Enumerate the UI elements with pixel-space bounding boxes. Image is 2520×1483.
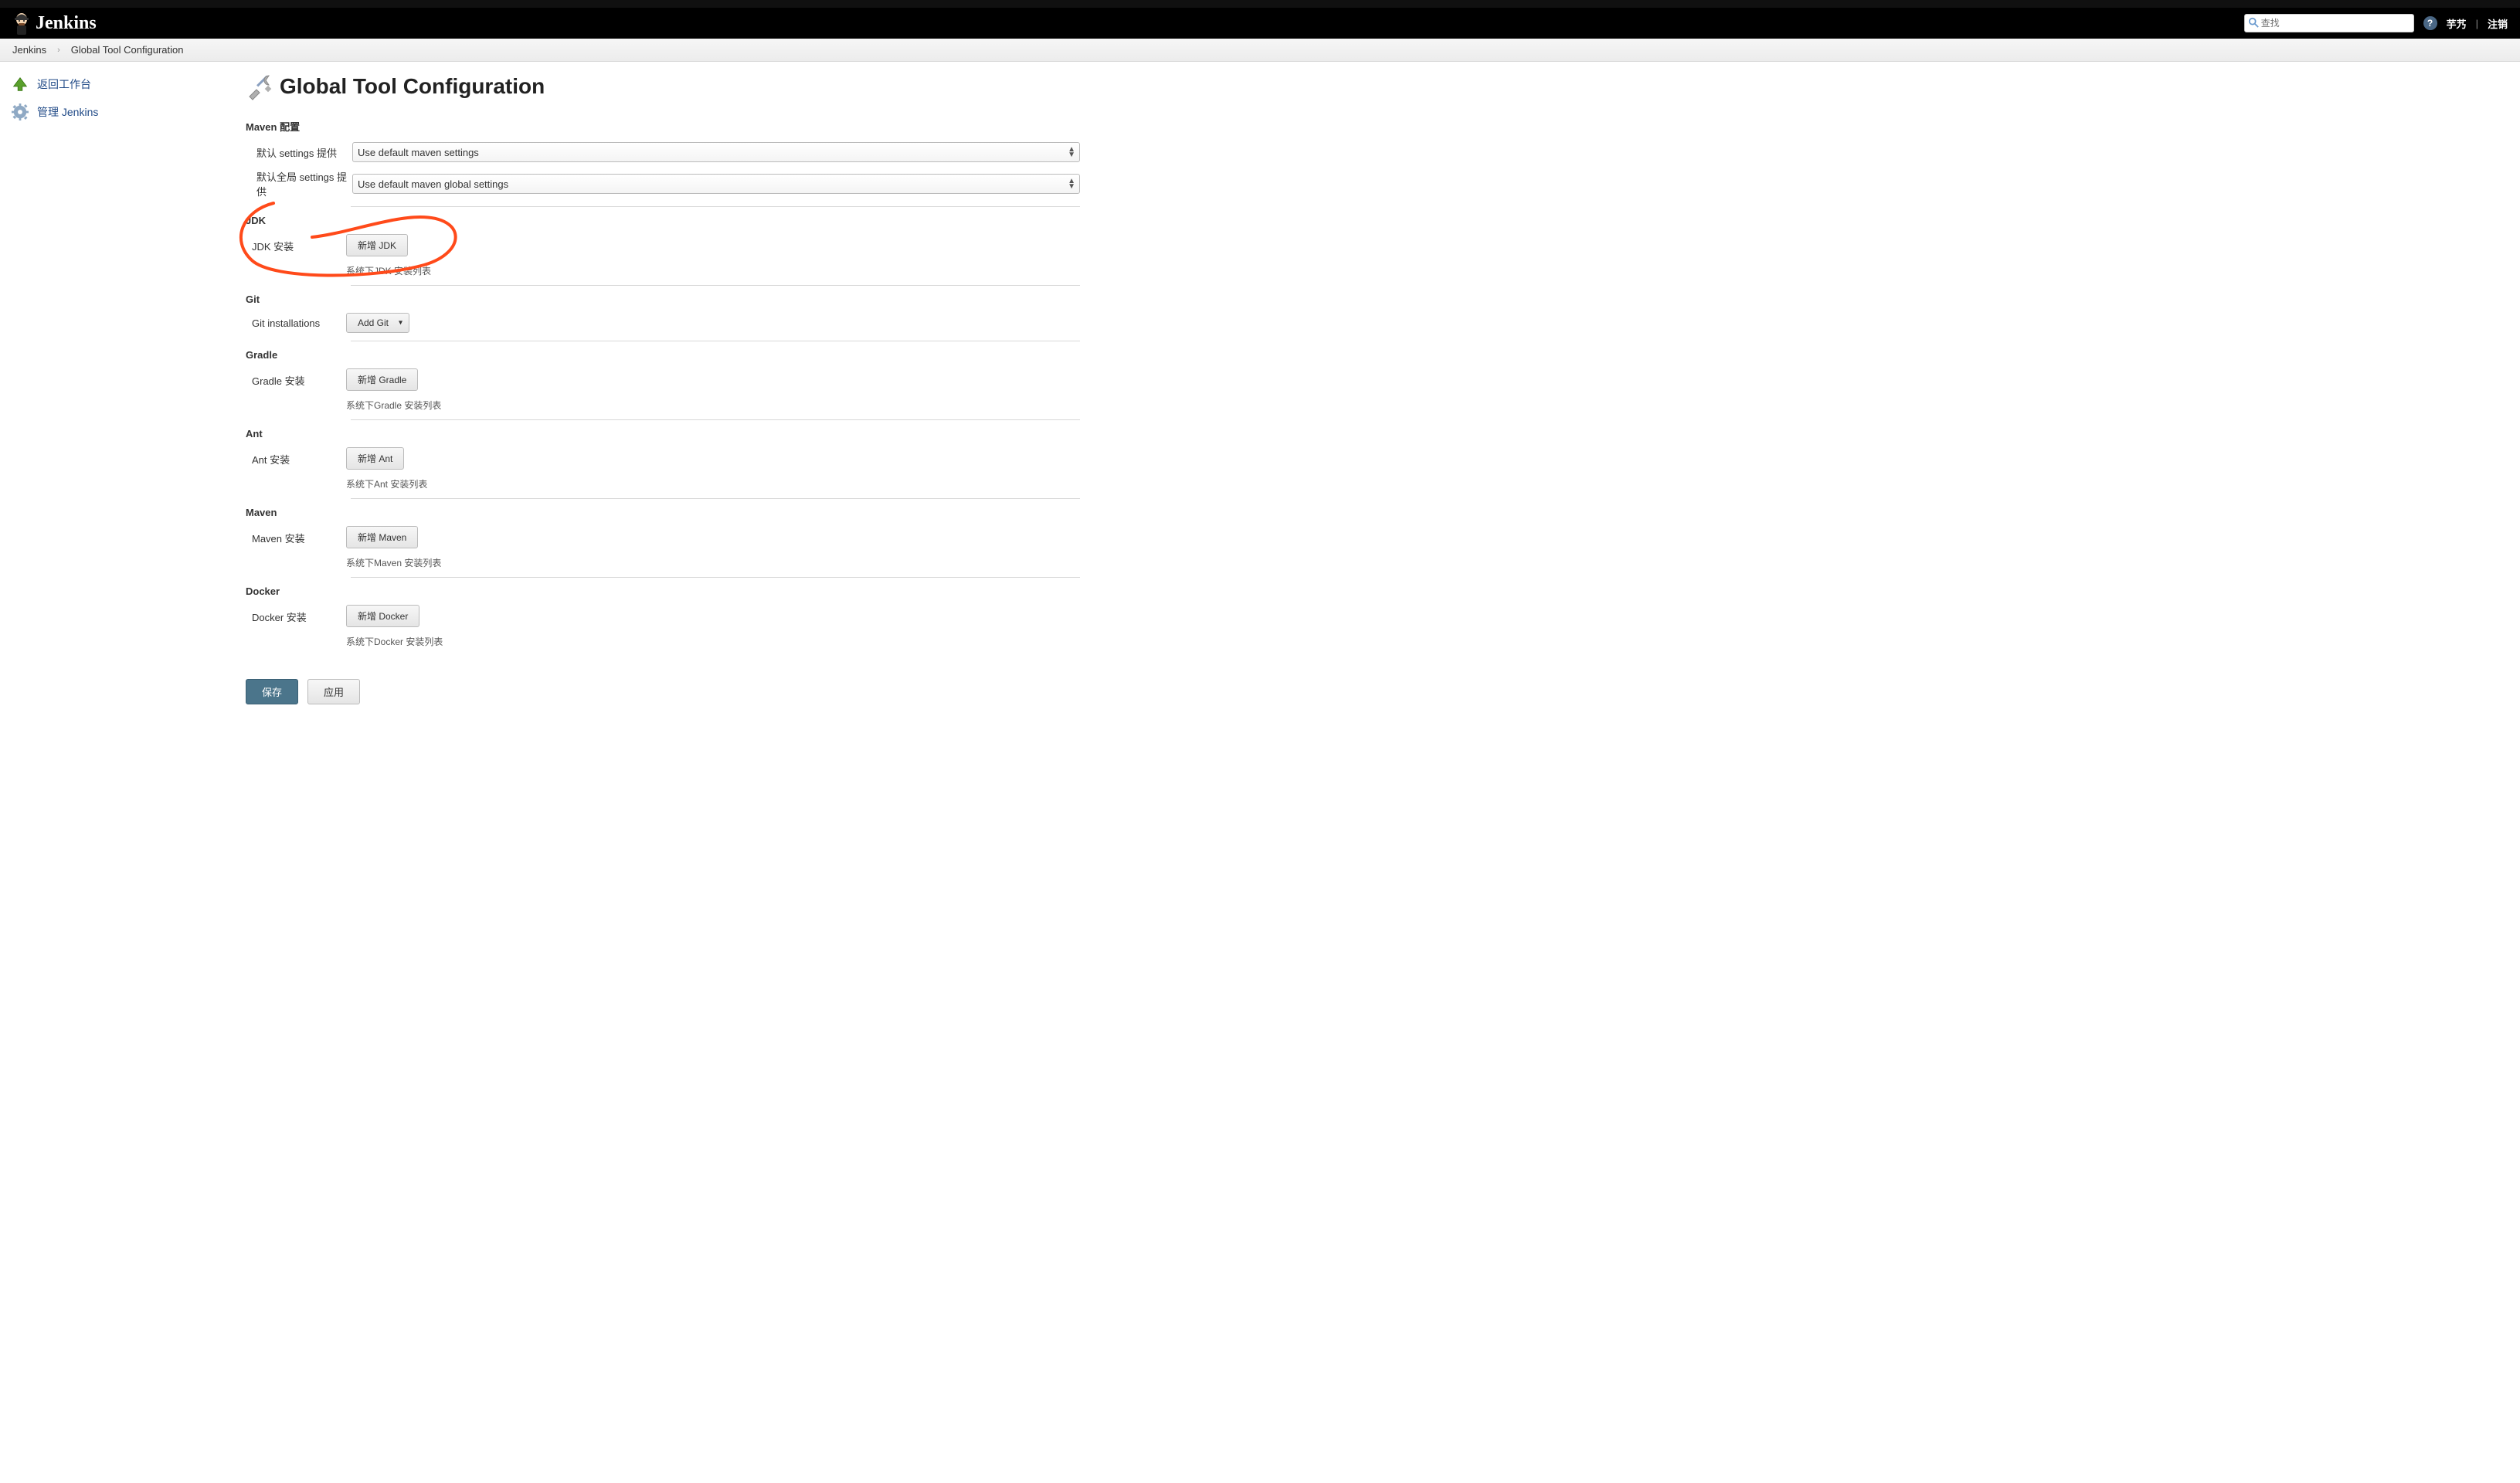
tool-block-jdk: JDK JDK 安装新增 JDK 系统下JDK 安装列表 (246, 203, 1080, 277)
tool-label: JDK 安装 (246, 234, 346, 253)
section-title: Maven (246, 507, 1080, 518)
header-right: ? 芋艿 | 注销 (2244, 14, 2508, 32)
tool-block-git: Git Git installationsAdd Git (246, 282, 1080, 333)
user-link[interactable]: 芋艿 (2447, 16, 2467, 31)
tool-label: Gradle 安装 (246, 368, 346, 388)
add-tool-button[interactable]: Add Git (346, 313, 409, 333)
form-row: 默认 settings 提供 Use default maven setting… (246, 140, 1080, 165)
select-default-settings[interactable]: Use default maven settings (352, 142, 1080, 162)
search-box[interactable] (2244, 14, 2414, 32)
apply-button[interactable]: 应用 (307, 679, 360, 704)
tool-body: Add Git (346, 313, 1080, 333)
add-tool-button[interactable]: 新增 Ant (346, 447, 404, 470)
tool-desc: 系统下Maven 安装列表 (346, 556, 1080, 569)
breadcrumb-item[interactable]: Jenkins (12, 44, 46, 56)
tool-body: 新增 Gradle 系统下Gradle 安装列表 (346, 368, 1080, 412)
add-tool-button[interactable]: 新增 JDK (346, 234, 408, 256)
content: Global Tool Configuration Maven 配置 默认 se… (232, 62, 2520, 1483)
select-global-settings[interactable]: Use default maven global settings (352, 174, 1080, 194)
tool-desc: 系统下JDK 安装列表 (346, 264, 1080, 277)
page-title: Global Tool Configuration (280, 74, 545, 99)
sidebar-item-label: 管理 Jenkins (37, 104, 98, 120)
form-label-global-settings: 默认全局 settings 提供 (252, 169, 352, 199)
gear-icon (11, 103, 29, 121)
tool-body: 新增 Docker 系统下Docker 安装列表 (346, 605, 1080, 648)
breadcrumb: Jenkins › Global Tool Configuration (0, 39, 2520, 62)
tool-row: JDK 安装新增 JDK 系统下JDK 安装列表 (246, 234, 1080, 277)
tool-row: Maven 安装新增 Maven 系统下Maven 安装列表 (246, 526, 1080, 569)
main-layout: 返回工作台 管理 Jenkins (0, 62, 2520, 1483)
tool-body: 新增 Maven 系统下Maven 安装列表 (346, 526, 1080, 569)
section-title: Git (246, 294, 1080, 305)
sidebar-item-manage[interactable]: 管理 Jenkins (8, 100, 224, 124)
section-title: JDK (246, 215, 1080, 226)
section-title-maven-config: Maven 配置 (246, 119, 1080, 134)
search-input[interactable] (2261, 15, 2410, 32)
help-icon[interactable]: ? (2423, 16, 2437, 30)
tool-row: Git installationsAdd Git (246, 313, 1080, 333)
tool-body: 新增 JDK 系统下JDK 安装列表 (346, 234, 1080, 277)
tool-block-ant: Ant Ant 安装新增 Ant 系统下Ant 安装列表 (246, 416, 1080, 490)
section-title: Docker (246, 585, 1080, 597)
tool-label: Ant 安装 (246, 447, 346, 467)
tool-label: Git installations (246, 313, 346, 329)
search-icon (2248, 17, 2259, 29)
jenkins-header: Jenkins ? 芋艿 | 注销 (0, 8, 2520, 39)
sidebar-item-back[interactable]: 返回工作台 (8, 73, 224, 96)
tool-desc: 系统下Ant 安装列表 (346, 477, 1080, 490)
tool-block-docker: Docker Docker 安装新增 Docker 系统下Docker 安装列表 (246, 574, 1080, 648)
tool-label: Maven 安装 (246, 526, 346, 545)
tool-desc: 系统下Gradle 安装列表 (346, 399, 1080, 412)
browser-chrome-strip (0, 0, 2520, 8)
section-title: Ant (246, 428, 1080, 439)
form-row: 默认全局 settings 提供 Use default maven globa… (246, 169, 1080, 199)
add-tool-button[interactable]: 新增 Docker (346, 605, 419, 627)
form-label-default-settings: 默认 settings 提供 (252, 145, 352, 160)
logout-link[interactable]: 注销 (2488, 16, 2508, 31)
header-separator: | (2476, 18, 2478, 29)
tool-row: Ant 安装新增 Ant 系统下Ant 安装列表 (246, 447, 1080, 490)
tool-row: Docker 安装新增 Docker 系统下Docker 安装列表 (246, 605, 1080, 648)
breadcrumb-item[interactable]: Global Tool Configuration (71, 44, 184, 56)
jenkins-logo-text: Jenkins (36, 13, 97, 34)
sidebar: 返回工作台 管理 Jenkins (0, 62, 232, 1483)
tool-block-gradle: Gradle Gradle 安装新增 Gradle 系统下Gradle 安装列表 (246, 338, 1080, 412)
tool-desc: 系统下Docker 安装列表 (346, 635, 1080, 648)
sidebar-item-label: 返回工作台 (37, 76, 91, 92)
wrench-screwdriver-icon (246, 73, 273, 100)
arrow-up-icon (11, 75, 29, 93)
footer-actions: 保存 应用 (246, 679, 1080, 704)
add-tool-button[interactable]: 新增 Maven (346, 526, 418, 548)
jenkins-butler-icon (12, 12, 31, 35)
breadcrumb-separator: › (57, 46, 60, 55)
tool-row: Gradle 安装新增 Gradle 系统下Gradle 安装列表 (246, 368, 1080, 412)
jenkins-logo[interactable]: Jenkins (12, 12, 97, 35)
tool-label: Docker 安装 (246, 605, 346, 624)
add-tool-button[interactable]: 新增 Gradle (346, 368, 418, 391)
section-title: Gradle (246, 349, 1080, 361)
page-title-row: Global Tool Configuration (246, 73, 1080, 100)
tool-block-maven: Maven Maven 安装新增 Maven 系统下Maven 安装列表 (246, 495, 1080, 569)
save-button[interactable]: 保存 (246, 679, 298, 704)
tool-body: 新增 Ant 系统下Ant 安装列表 (346, 447, 1080, 490)
